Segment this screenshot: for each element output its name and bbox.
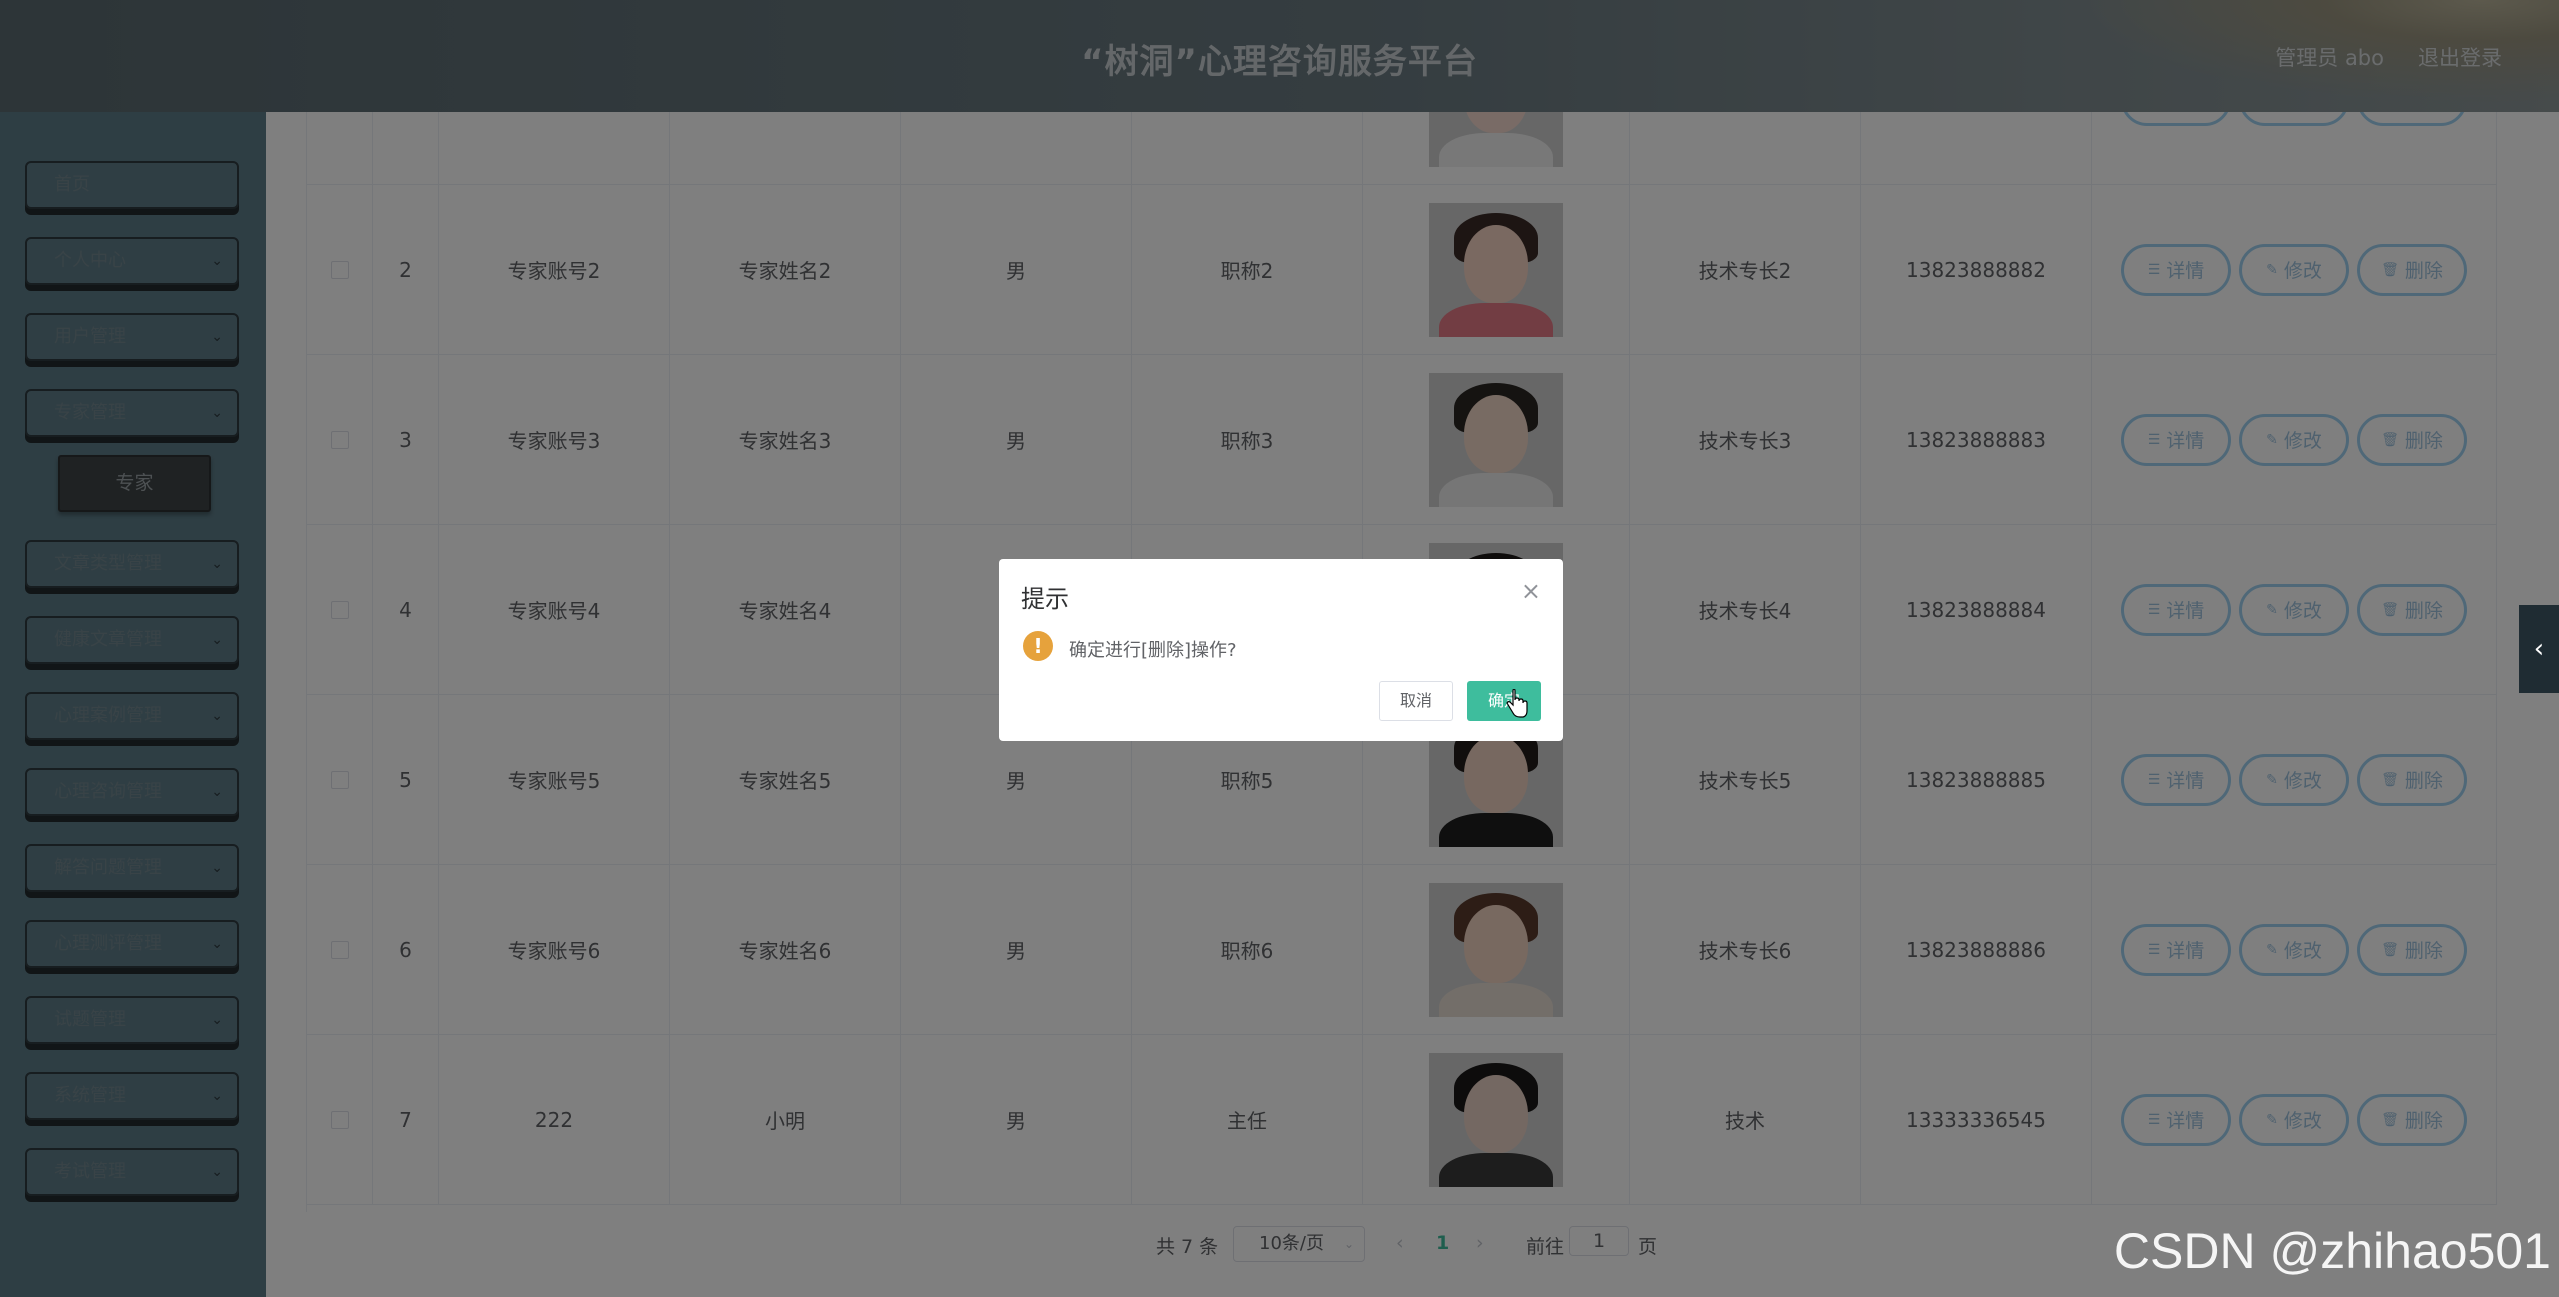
cancel-button[interactable]: 取消 <box>1379 681 1453 721</box>
warning-icon: ! <box>1023 631 1053 661</box>
confirm-button[interactable]: 确定 <box>1467 681 1541 721</box>
chevron-left-icon: ‹ <box>2533 634 2545 664</box>
watermark: CSDN @zhihao501 <box>2113 1223 2551 1279</box>
dialog-message: 确定进行[删除]操作? <box>1069 640 1237 661</box>
dialog-title: 提示 <box>1021 585 1069 613</box>
close-icon[interactable]: × <box>1521 577 1541 605</box>
hand-cursor-icon <box>1506 689 1528 718</box>
confirm-dialog: 提示 × ! 确定进行[删除]操作? 取消 确定 <box>999 559 1563 741</box>
collapse-panel-button[interactable]: ‹ <box>2519 605 2559 693</box>
